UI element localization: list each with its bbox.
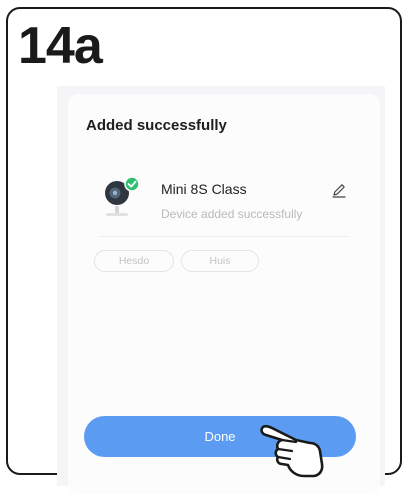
dialog-title: Added successfully [86,117,227,134]
pencil-icon[interactable] [331,182,347,198]
room-chip-hesdo[interactable]: Hesdo [94,250,174,272]
check-icon [124,176,140,192]
camera-icon [105,176,140,216]
hand-pointer-icon [260,424,324,478]
device-status: Device added successfully [161,207,303,221]
room-chip-huis[interactable]: Huis [181,250,259,272]
step-label: 14a [18,17,103,75]
divider [98,236,350,237]
device-name: Mini 8S Class [161,181,247,197]
